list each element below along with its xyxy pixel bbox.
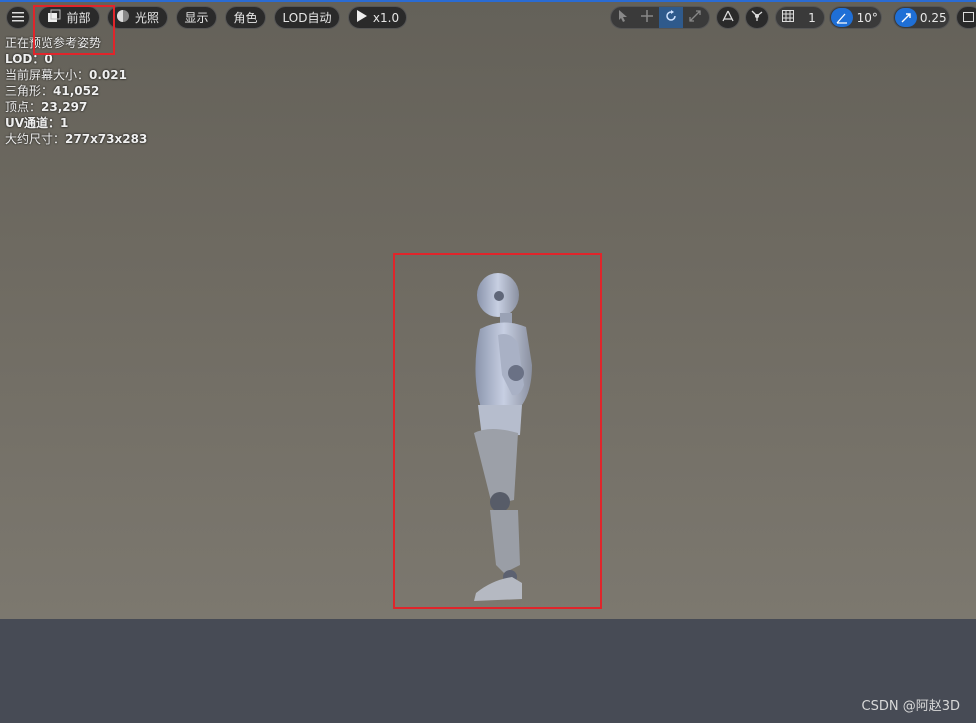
move-icon — [641, 10, 653, 25]
play-icon — [356, 10, 368, 25]
rotate-tool[interactable] — [659, 7, 683, 28]
cursor-icon — [618, 10, 628, 25]
play-speed-label: x1.0 — [372, 10, 400, 25]
rotate-snap-group[interactable]: 10° — [829, 6, 882, 29]
surface-snap-button[interactable] — [745, 6, 769, 29]
world-local-button[interactable] — [716, 6, 740, 29]
window-icon — [963, 11, 975, 25]
approx-size-stat: 大约尺寸：277x73x283 — [5, 132, 148, 146]
character-label: 角色 — [233, 11, 258, 25]
screen-size-stat: 当前屏幕大小：0.021 — [5, 68, 127, 82]
transform-mode-group — [610, 6, 710, 29]
play-speed-button[interactable]: x1.0 — [348, 6, 407, 29]
uv-channels-stat: UV通道：1 — [5, 116, 69, 130]
rotate-icon — [665, 10, 677, 25]
scale-snap-group[interactable]: 0.25 — [893, 6, 950, 29]
watermark: CSDN @阿赵3D — [861, 699, 960, 714]
select-tool[interactable] — [611, 7, 635, 28]
view-mode-highlight — [33, 5, 115, 55]
character-button[interactable]: 角色 — [225, 6, 266, 29]
show-button[interactable]: 显示 — [176, 6, 217, 29]
scale-tool[interactable] — [683, 7, 707, 28]
lighting-button[interactable]: 光照 — [107, 6, 168, 29]
scale-snap-toggle[interactable] — [894, 7, 918, 28]
lower-panel — [0, 619, 976, 723]
lighting-label: 光照 — [134, 11, 159, 25]
scale-snap-icon — [894, 8, 917, 27]
world-axes-icon — [721, 9, 735, 26]
lod-button[interactable]: LOD自动 — [274, 6, 340, 29]
scale-snap-value[interactable]: 0.25 — [918, 7, 949, 28]
rotate-snap-value[interactable]: 10° — [854, 7, 881, 28]
triangles-stat: 三角形：41,052 — [5, 84, 100, 98]
grid-icon — [782, 10, 794, 25]
lighting-sphere-icon — [116, 9, 130, 26]
camera-speed-button[interactable] — [956, 6, 976, 29]
show-label: 显示 — [184, 11, 209, 25]
angle-icon — [830, 8, 853, 27]
rotate-snap-toggle[interactable] — [830, 7, 854, 28]
scale-icon — [689, 10, 701, 25]
vertices-stat: 顶点：23,297 — [5, 100, 88, 114]
grid-size-value[interactable]: 1 — [800, 7, 824, 28]
translate-tool[interactable] — [635, 7, 659, 28]
grid-snap-group[interactable]: 1 — [775, 6, 825, 29]
snap-surface-icon — [750, 9, 764, 26]
lod-label: LOD自动 — [282, 11, 332, 25]
menu-button[interactable] — [6, 6, 30, 29]
hamburger-menu-icon — [12, 11, 24, 25]
character-highlight — [393, 253, 602, 609]
grid-snap-toggle[interactable] — [776, 7, 800, 28]
